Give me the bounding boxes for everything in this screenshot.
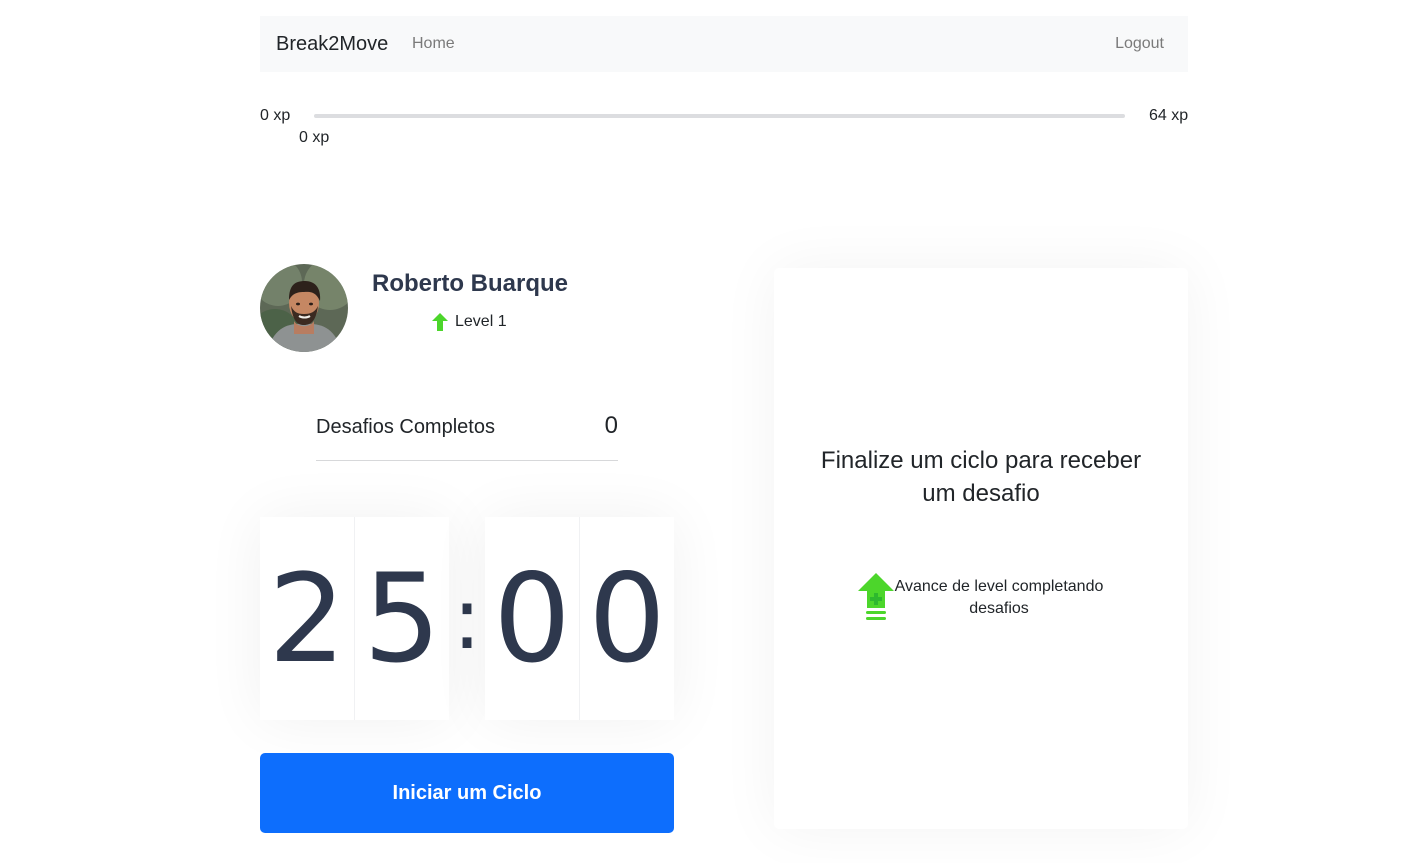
second-tens-digit: 0 [485,517,579,720]
completed-challenges-count: 0 [604,412,618,439]
time-separator: : [452,568,482,669]
level-label: Level 1 [455,313,507,330]
xp-min-label: 0 xp [260,107,291,124]
brand-link[interactable]: Break2Move [276,33,388,55]
second-ones-digit: 0 [579,517,674,720]
level-up-icon [432,313,448,331]
minute-tens-digit: 2 [260,517,354,720]
completed-challenges: Desafios Completos 0 [316,412,618,461]
seconds-display: 0 0 [485,517,674,720]
logout-link[interactable]: Logout [1115,35,1164,53]
completed-challenges-label: Desafios Completos [316,416,495,438]
challenge-empty-title: Finalize um ciclo para receber um desafi… [820,447,1142,507]
challenge-card: Finalize um ciclo para receber um desafi… [774,268,1188,829]
xp-progress-track [314,114,1125,118]
top-navbar: Break2Move Home Logout [260,16,1188,72]
profile-name: Roberto Buarque [372,270,569,297]
level-up-icon [858,573,894,620]
level-indicator: Level 1 [432,313,507,331]
start-cycle-button[interactable]: Iniciar um Ciclo [260,753,674,833]
minute-ones-digit: 5 [354,517,449,720]
xp-max-label: 64 xp [1149,107,1189,124]
avatar [260,264,348,352]
challenge-empty-hint: Avance de level completando desafios [894,578,1104,617]
minutes-display: 2 5 [260,517,449,720]
xp-current-label: 0 xp [299,129,330,146]
nav-home-link[interactable]: Home [412,35,455,53]
